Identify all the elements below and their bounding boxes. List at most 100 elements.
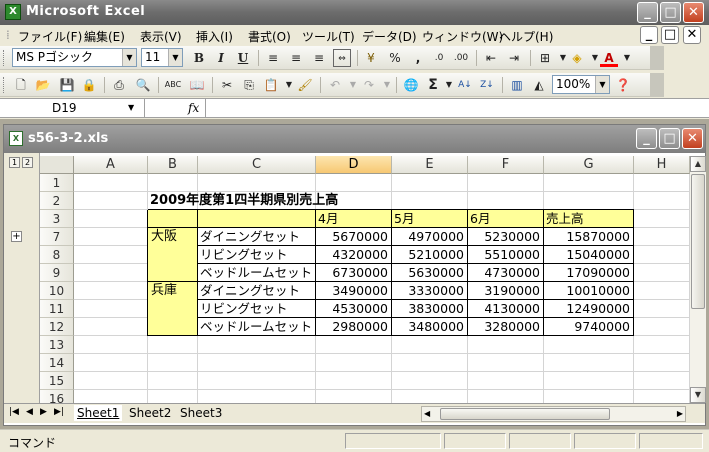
vertical-scrollbar[interactable]: ▲ ▼ (690, 156, 706, 403)
menu-help[interactable]: ヘルプ(H) (499, 28, 553, 45)
sort-descending-icon[interactable]: Z↓ (478, 76, 496, 94)
row-header-3[interactable]: 3 (40, 210, 74, 228)
column-header-g[interactable]: G (544, 156, 634, 174)
tab-sheet2[interactable]: Sheet2 (126, 405, 174, 421)
chart-wizard-icon[interactable]: ▥ (508, 76, 526, 94)
toolbar-options-icon[interactable] (650, 46, 664, 70)
permission-icon[interactable]: 🔒 (80, 76, 98, 94)
font-size-combo[interactable]: 11 ▼ (141, 48, 183, 67)
next-sheet-icon[interactable]: ▶ (40, 407, 47, 417)
vertical-scroll-thumb[interactable] (691, 174, 705, 309)
column-header-f[interactable]: F (468, 156, 544, 174)
column-header-e[interactable]: E (392, 156, 468, 174)
borders-icon[interactable]: ⊞ (536, 49, 554, 67)
chevron-down-icon[interactable]: ▼ (618, 49, 636, 67)
outline-level-2-button[interactable]: 2 (22, 157, 33, 168)
horizontal-scroll-thumb[interactable] (440, 408, 610, 420)
menu-insert[interactable]: 挿入(I) (196, 28, 233, 45)
drawing-icon[interactable]: ◭ (530, 76, 548, 94)
horizontal-scrollbar[interactable]: ◀ ▶ (421, 406, 686, 422)
chevron-down-icon[interactable]: ▼ (168, 49, 182, 66)
row-header-1[interactable]: 1 (40, 174, 74, 192)
open-icon[interactable]: 📂 (34, 76, 52, 94)
currency-icon[interactable]: ¥ (362, 49, 380, 67)
font-color-icon[interactable]: A (600, 49, 618, 67)
menu-file[interactable]: ファイル(F) (18, 28, 82, 45)
close-button[interactable]: ✕ (683, 2, 704, 23)
copy-icon[interactable]: ⎘ (240, 76, 258, 94)
column-header-b[interactable]: B (148, 156, 198, 174)
increase-indent-icon[interactable]: ⇥ (505, 49, 523, 67)
paste-icon[interactable]: 📋 (262, 76, 280, 94)
row-header-11[interactable]: 11 (40, 300, 74, 318)
chevron-down-icon[interactable]: ▼ (595, 76, 609, 93)
column-header-a[interactable]: A (74, 156, 148, 174)
row-header-8[interactable]: 8 (40, 246, 74, 264)
help-icon[interactable]: ❓ (614, 76, 632, 94)
scroll-down-icon[interactable]: ▼ (690, 387, 706, 403)
last-sheet-icon[interactable]: ▶| (54, 407, 64, 417)
align-left-icon[interactable]: ≡ (264, 49, 282, 67)
prev-sheet-icon[interactable]: ◀ (26, 407, 33, 417)
maximize-button[interactable]: □ (660, 2, 681, 23)
print-icon[interactable]: ⎙ (110, 76, 128, 94)
menu-edit[interactable]: 編集(E) (84, 28, 125, 45)
first-sheet-icon[interactable]: |◀ (9, 407, 19, 417)
workbook-maximize-button[interactable]: □ (659, 128, 680, 149)
doc-restore-button[interactable]: □ (661, 26, 679, 44)
column-header-h[interactable]: H (634, 156, 690, 174)
research-icon[interactable]: 📖 (188, 76, 206, 94)
decrease-decimal-icon[interactable]: .00 (452, 49, 470, 67)
outline-level-1-button[interactable]: 1 (9, 157, 20, 168)
align-right-icon[interactable]: ≡ (310, 49, 328, 67)
new-icon[interactable]: 🗋 (12, 76, 30, 94)
workbook-close-button[interactable]: ✕ (682, 128, 703, 149)
undo-icon[interactable]: ↶ (326, 76, 344, 94)
row-header-15[interactable]: 15 (40, 372, 74, 390)
column-header-d[interactable]: D (316, 156, 392, 174)
bold-button[interactable]: B (190, 49, 208, 67)
percent-button[interactable]: % (386, 49, 404, 67)
column-header-c[interactable]: C (198, 156, 316, 174)
decrease-indent-icon[interactable]: ⇤ (482, 49, 500, 67)
zoom-combo[interactable]: 100% ▼ (552, 75, 610, 94)
format-painter-icon[interactable]: 🖌 (296, 76, 314, 94)
menu-tools[interactable]: ツール(T) (302, 28, 355, 45)
toolbar-options-icon[interactable] (650, 73, 664, 97)
name-box[interactable]: D19 ▼ (0, 99, 145, 117)
print-preview-icon[interactable]: 🔍 (134, 76, 152, 94)
italic-button[interactable]: I (212, 49, 230, 67)
menu-view[interactable]: 表示(V) (140, 28, 182, 45)
row-header-14[interactable]: 14 (40, 354, 74, 372)
doc-minimize-button[interactable]: _ (640, 26, 658, 44)
redo-icon[interactable]: ↷ (360, 76, 378, 94)
chevron-down-icon[interactable]: ▼ (122, 49, 136, 66)
select-all-corner[interactable] (40, 156, 74, 174)
expand-group-button[interactable]: + (11, 231, 22, 242)
menu-window[interactable]: ウィンドウ(W) (422, 28, 503, 45)
row-header-12[interactable]: 12 (40, 318, 74, 336)
row-header-9[interactable]: 9 (40, 264, 74, 282)
doc-close-button[interactable]: ✕ (683, 26, 701, 44)
row-header-10[interactable]: 10 (40, 282, 74, 300)
row-header-16[interactable]: 16 (40, 390, 74, 403)
sort-ascending-icon[interactable]: A↓ (456, 76, 474, 94)
workbook-minimize-button[interactable]: _ (636, 128, 657, 149)
scroll-right-icon[interactable]: ▶ (677, 407, 683, 421)
increase-decimal-icon[interactable]: .0 (430, 49, 448, 67)
comma-style-button[interactable]: , (409, 49, 427, 67)
fill-color-icon[interactable]: ◈ (568, 49, 586, 67)
cell-grid[interactable]: A B C D E F G H 1 2 3 7 8 9 10 11 12 13 14 15 16 2009年度第1四半期県… (40, 156, 690, 403)
tab-sheet3[interactable]: Sheet3 (177, 405, 225, 421)
merge-center-icon[interactable]: ⇔ (333, 49, 351, 67)
minimize-button[interactable]: _ (637, 2, 658, 23)
tab-sheet1[interactable]: Sheet1 (74, 405, 123, 421)
chevron-down-icon[interactable]: ▼ (128, 99, 134, 117)
row-header-2[interactable]: 2 (40, 192, 74, 210)
row-header-13[interactable]: 13 (40, 336, 74, 354)
menu-data[interactable]: データ(D) (362, 28, 417, 45)
underline-button[interactable]: U (234, 49, 252, 67)
menu-format[interactable]: 書式(O) (248, 28, 291, 45)
chevron-down-icon[interactable]: ▼ (378, 76, 396, 94)
align-center-icon[interactable]: ≡ (287, 49, 305, 67)
